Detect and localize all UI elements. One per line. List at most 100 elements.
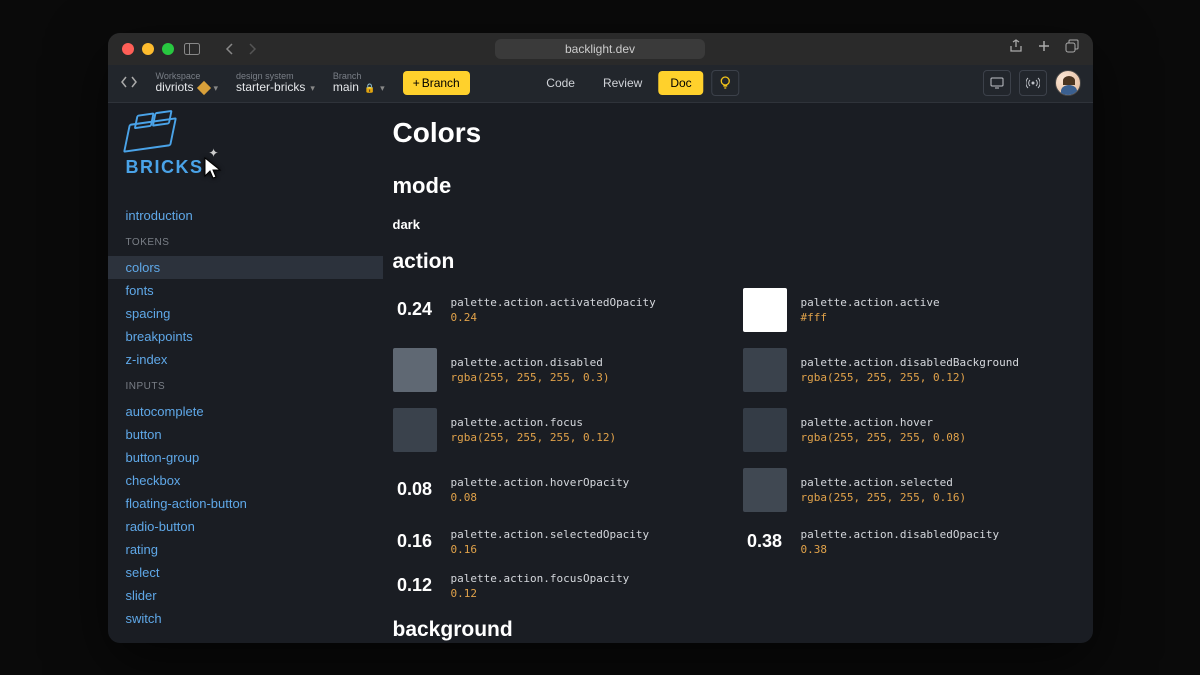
swatch-name: palette.action.disabled: [451, 356, 610, 369]
swatch-info: palette.action.selectedOpacity0.16: [451, 528, 650, 556]
color-swatch: [393, 348, 437, 392]
nav-button[interactable]: button: [108, 423, 383, 446]
minimize-window-icon[interactable]: [142, 43, 154, 55]
swatch-grid: 0.24 palette.action.activatedOpacity0.24 p…: [393, 288, 1063, 600]
mode-heading: mode: [393, 173, 1063, 199]
chevron-down-icon: ▾: [214, 83, 219, 93]
plus-icon: +: [413, 76, 420, 90]
branch-selector[interactable]: Branch main🔒▾: [333, 71, 385, 95]
nav-floating-action-button[interactable]: floating-action-button: [108, 492, 383, 515]
section-inputs: INPUTS: [108, 371, 383, 400]
section-tokens: TOKENS: [108, 227, 383, 256]
brick-icon: [123, 117, 177, 153]
color-swatch: [743, 348, 787, 392]
titlebar: backlight.dev: [108, 33, 1093, 65]
broadcast-button[interactable]: [1019, 70, 1047, 96]
color-swatch: [743, 288, 787, 332]
opacity-value: 0.24: [393, 299, 437, 320]
app-header: Workspace divriots▾ design system starte…: [108, 65, 1093, 103]
swatch-value: #fff: [801, 311, 940, 324]
swatch-value: rgba(255, 255, 255, 0.3): [451, 371, 610, 384]
color-swatch: [743, 408, 787, 452]
swatch-value: 0.16: [451, 543, 650, 556]
opacity-value: 0.08: [393, 479, 437, 500]
swatch-info: palette.action.disabledBackgroundrgba(25…: [801, 356, 1020, 384]
branch-button-label: Branch: [422, 76, 460, 90]
swatch-info: palette.action.disabled rgba(255, 255, 25…: [451, 356, 610, 384]
swatch-name: palette.action.disabledOpacity: [801, 528, 1000, 541]
forward-icon[interactable]: [242, 40, 262, 58]
design-system-selector[interactable]: design system starter-bricks▾: [236, 71, 315, 95]
nav-switch[interactable]: switch: [108, 607, 383, 630]
branch-value: main: [333, 81, 359, 95]
nav-introduction[interactable]: introduction: [108, 204, 383, 227]
logo-text: BRICKS: [126, 157, 365, 178]
main-content: Colors mode dark action 0.24 palette.acti…: [383, 103, 1093, 643]
workspace-value: divriots: [156, 81, 194, 95]
nav-select[interactable]: select: [108, 561, 383, 584]
tabs-icon[interactable]: [1065, 39, 1079, 58]
nav-slider[interactable]: slider: [108, 584, 383, 607]
swatch-row: palette.action.active#fff: [743, 288, 1063, 332]
tab-review[interactable]: Review: [591, 71, 654, 95]
nav-spacing[interactable]: spacing: [108, 302, 383, 325]
swatch-name: palette.action.hoverOpacity: [451, 476, 630, 489]
maximize-window-icon[interactable]: [162, 43, 174, 55]
swatch-info: palette.action.focusOpacity0.12: [451, 572, 630, 600]
swatch-info: palette.action.hover rgba(255, 255, 255, …: [801, 416, 967, 444]
diamond-badge-icon: [196, 81, 210, 95]
swatch-name: palette.action.focus: [451, 416, 617, 429]
swatch-row: palette.action.selected rgba(255, 255, 25…: [743, 468, 1063, 512]
swatch-row: 0.12palette.action.focusOpacity0.12: [393, 572, 713, 600]
swatch-row: palette.action.disabled rgba(255, 255, 25…: [393, 348, 713, 392]
swatch-info: palette.action.selected rgba(255, 255, 25…: [801, 476, 967, 504]
new-branch-button[interactable]: +Branch: [403, 71, 470, 95]
close-window-icon[interactable]: [122, 43, 134, 55]
avatar[interactable]: [1055, 70, 1081, 96]
opacity-value: 0.38: [743, 531, 787, 552]
action-heading: action: [393, 250, 1063, 274]
share-icon[interactable]: [1009, 39, 1023, 58]
swatch-name: palette.action.disabledBackground: [801, 356, 1020, 369]
nav-fonts[interactable]: fonts: [108, 279, 383, 302]
nav-button-group[interactable]: button-group: [108, 446, 383, 469]
swatch-name: palette.action.selected: [801, 476, 967, 489]
nav-colors[interactable]: colors: [108, 256, 383, 279]
swatch-row: palette.action.hover rgba(255, 255, 255, …: [743, 408, 1063, 452]
nav-breakpoints[interactable]: breakpoints: [108, 325, 383, 348]
swatch-row: 0.38palette.action.disabledOpacity0.38: [743, 528, 1063, 556]
nav-checkbox[interactable]: checkbox: [108, 469, 383, 492]
swatch-row: 0.24 palette.action.activatedOpacity0.24: [393, 288, 713, 332]
preview-button[interactable]: [983, 70, 1011, 96]
nav-autocomplete[interactable]: autocomplete: [108, 400, 383, 423]
swatch-info: palette.action.activatedOpacity0.24: [451, 296, 656, 324]
swatch-row: palette.action.disabledBackgroundrgba(25…: [743, 348, 1063, 392]
tab-doc[interactable]: Doc: [658, 71, 703, 95]
tab-code[interactable]: Code: [534, 71, 587, 95]
swatch-value: rgba(255, 255, 255, 0.08): [801, 431, 967, 444]
swatch-info: palette.action.hoverOpacity 0.08: [451, 476, 630, 504]
plus-icon[interactable]: [1037, 39, 1051, 58]
workspace-selector[interactable]: Workspace divriots▾: [156, 71, 219, 95]
swatch-row: palette.action.focusrgba(255, 255, 255, …: [393, 408, 713, 452]
sidebar-toggle-icon[interactable]: [182, 40, 202, 58]
back-icon[interactable]: [220, 40, 240, 58]
nav-rating[interactable]: rating: [108, 538, 383, 561]
nav-radio-button[interactable]: radio-button: [108, 515, 383, 538]
swatch-value: 0.08: [451, 491, 630, 504]
background-heading: background: [393, 618, 1063, 642]
chevron-down-icon: ▾: [310, 83, 315, 93]
color-swatch: [743, 468, 787, 512]
color-swatch: [393, 408, 437, 452]
lightbulb-button[interactable]: [712, 70, 740, 96]
traffic-lights: [122, 43, 174, 55]
url-bar[interactable]: backlight.dev: [495, 39, 705, 59]
nav-z-index[interactable]: z-index: [108, 348, 383, 371]
view-tabs: Code Review Doc: [534, 70, 739, 96]
swatch-name: palette.action.hover: [801, 416, 967, 429]
mode-value: dark: [393, 217, 1063, 232]
swatch-value: rgba(255, 255, 255, 0.16): [801, 491, 967, 504]
sidebar: BRICKS ✦ introduction TOKENS colors font…: [108, 103, 383, 643]
page-title: Colors: [393, 117, 1063, 149]
swatch-row: 0.16palette.action.selectedOpacity0.16: [393, 528, 713, 556]
